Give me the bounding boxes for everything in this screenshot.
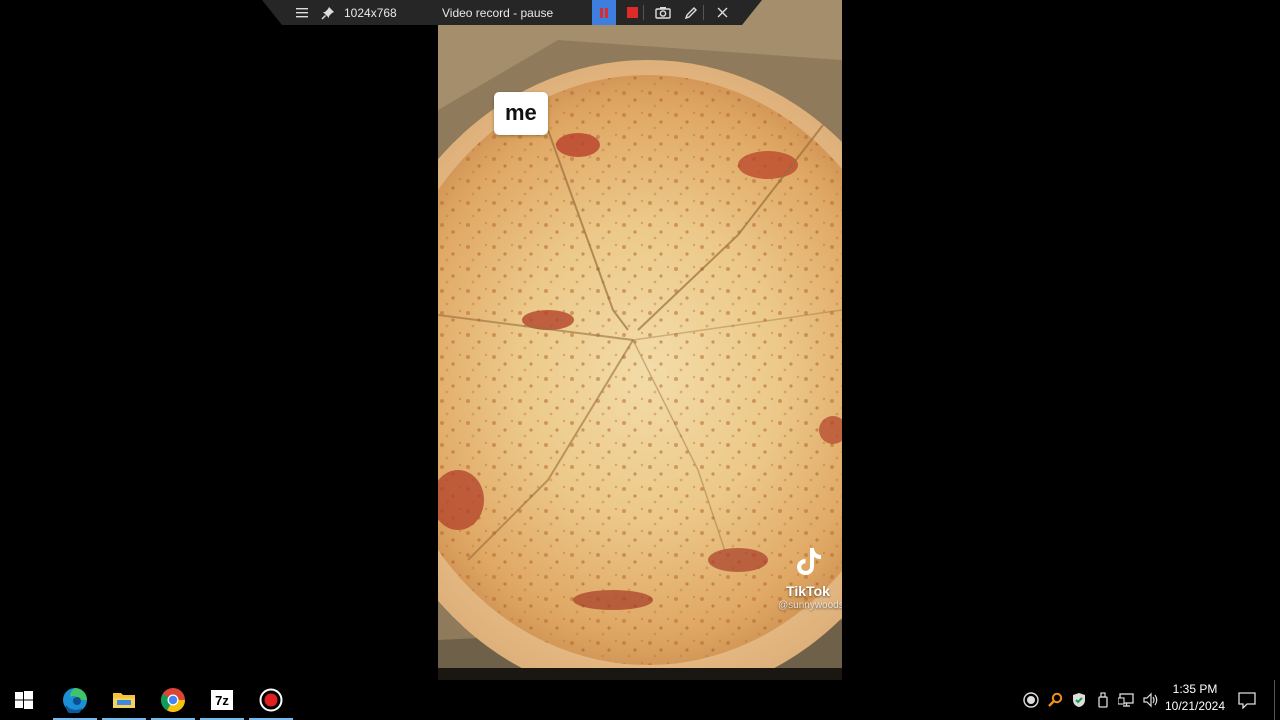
- recorder-toolbar: 1024x768 Video record - pause: [262, 0, 762, 25]
- network-icon[interactable]: [1116, 680, 1138, 720]
- taskbar-edge[interactable]: [51, 680, 99, 720]
- pen-icon: [684, 6, 697, 19]
- caption-label: me: [494, 92, 548, 135]
- folder-icon: [113, 693, 135, 708]
- screenshot-button[interactable]: [651, 0, 675, 25]
- 7zip-icon: 7z: [211, 690, 233, 710]
- taskbar-file-explorer[interactable]: [100, 680, 148, 720]
- clock-time: 1:35 PM: [1172, 682, 1218, 696]
- pause-button[interactable]: [592, 0, 616, 25]
- pin-icon[interactable]: [318, 0, 338, 25]
- clock-date: 10/21/2024: [1164, 699, 1226, 713]
- tiktok-username: @sunnywoods: [778, 600, 842, 611]
- draw-button[interactable]: [679, 0, 703, 25]
- start-button[interactable]: [0, 680, 48, 720]
- stop-button[interactable]: [620, 0, 644, 25]
- notification-icon[interactable]: [1236, 680, 1258, 720]
- screen: me TikTok @sunnywoods 1024x768 Video rec…: [0, 0, 1280, 720]
- recording-resolution: 1024x768: [344, 5, 397, 20]
- search-key-icon[interactable]: [1044, 680, 1066, 720]
- taskbar-7zip[interactable]: 7z: [198, 680, 246, 720]
- tiktok-brand: TikTok: [786, 583, 830, 599]
- taskbar-chrome[interactable]: [149, 680, 197, 720]
- recording-status: Video record - pause: [442, 5, 554, 20]
- edge-icon: [63, 688, 87, 713]
- stop-icon: [626, 7, 638, 18]
- security-shield-icon[interactable]: [1068, 680, 1090, 720]
- chrome-icon: [160, 688, 185, 713]
- show-desktop-button[interactable]: [1274, 680, 1277, 720]
- close-icon: [717, 7, 727, 18]
- hamburger-menu-icon[interactable]: [292, 0, 312, 25]
- tiktok-watermark: TikTok @sunnywoods: [778, 544, 842, 611]
- camera-icon: [655, 7, 671, 19]
- taskbar-clock[interactable]: 1:35 PM 10/21/2024: [1160, 681, 1230, 719]
- record-status-icon[interactable]: [1020, 680, 1042, 720]
- usb-device-icon[interactable]: [1092, 680, 1114, 720]
- close-button[interactable]: [710, 0, 734, 25]
- taskbar-screen-recorder[interactable]: [247, 680, 295, 720]
- tiktok-logo-icon: [797, 548, 821, 575]
- windows-logo-icon: [15, 691, 33, 709]
- pause-icon: [600, 7, 608, 18]
- video-frame[interactable]: me TikTok @sunnywoods: [438, 0, 842, 680]
- 7zip-label: 7z: [215, 692, 229, 708]
- volume-icon[interactable]: [1140, 680, 1162, 720]
- record-icon: [259, 688, 283, 712]
